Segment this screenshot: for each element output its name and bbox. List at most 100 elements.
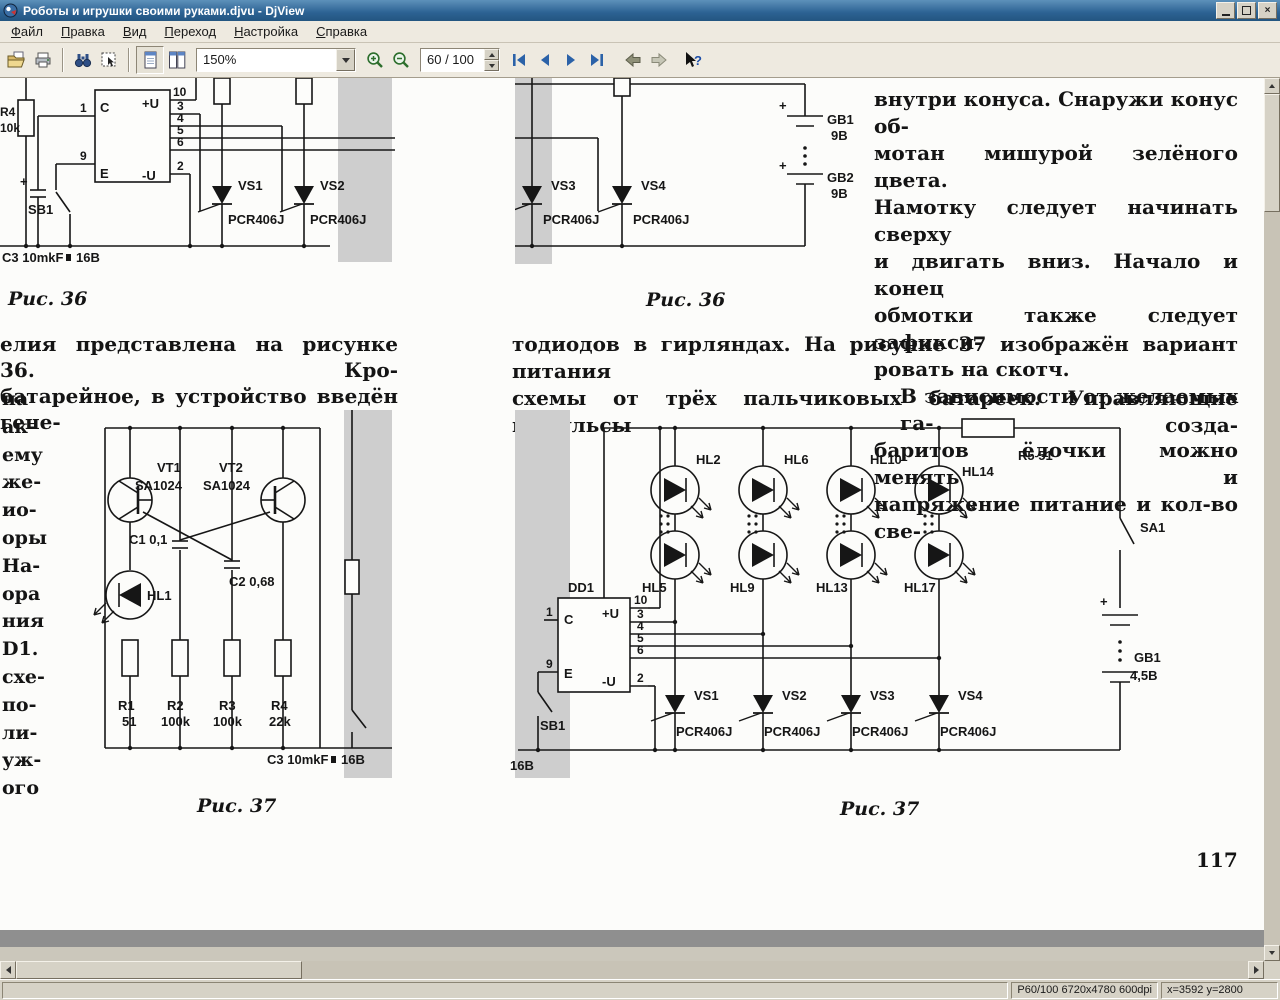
fig36R-labels: VS3 PCR406J VS4 PCR406J + GB1 9В + GB2 9… <box>543 98 854 227</box>
text-line: елия представлена на рисунке 36. Кро- <box>0 331 398 383</box>
circuit-label: R3 <box>219 698 236 713</box>
window-title: Роботы и игрушки своими руками.djvu - Dj… <box>23 4 1214 18</box>
circuit-label: 16В <box>341 752 365 767</box>
layout-facing-button[interactable] <box>164 47 190 73</box>
arrow-down-icon <box>1269 951 1275 955</box>
circuit-label: VS3 <box>551 178 576 193</box>
circuit-label: GB1 <box>1134 650 1161 665</box>
zoom-out-button[interactable] <box>388 47 414 73</box>
open-folder-icon <box>7 50 27 70</box>
document-viewport: R4 10k 1 9 C E +U -U 10 3 4 5 6 2 + SB1 <box>0 78 1264 961</box>
zoom-in-icon <box>365 50 385 70</box>
text-line: внутри конуса. Снаружи конус об- <box>874 86 1238 140</box>
menu-view[interactable]: Вид <box>114 21 156 42</box>
layout-single-button[interactable] <box>136 46 164 74</box>
fig36-left-caption: Рис. 36 <box>8 288 87 310</box>
scroll-left-button[interactable] <box>0 961 16 979</box>
back-button[interactable] <box>620 47 646 73</box>
print-icon <box>33 50 53 70</box>
minimize-button[interactable] <box>1216 2 1235 19</box>
margin-text-fragments: на ак- ему же- ио- оры На- ора ния D1. с… <box>2 386 42 803</box>
circuit-label: + <box>1100 594 1108 609</box>
scroll-right-button[interactable] <box>1248 961 1264 979</box>
vertical-scrollbar[interactable] <box>1264 78 1280 961</box>
circuit-label: 100k <box>213 714 243 729</box>
circuit-label: VS4 <box>641 178 666 193</box>
circuit-label: 9 <box>80 149 87 163</box>
select-button[interactable] <box>96 47 122 73</box>
circuit-label: C2 0,68 <box>229 574 275 589</box>
circuit-label: E <box>100 166 109 181</box>
context-help-button[interactable]: ? <box>680 47 706 73</box>
circuit-label: 10 <box>634 593 648 607</box>
text-fragment: ния <box>2 608 42 636</box>
menu-edit[interactable]: Правка <box>52 21 114 42</box>
circuit-label: 100k <box>161 714 191 729</box>
print-button[interactable] <box>30 47 56 73</box>
previous-page-button[interactable] <box>532 47 558 73</box>
menu-help[interactable]: Справка <box>307 21 376 42</box>
circuit-label: SA1024 <box>135 478 183 493</box>
page-value[interactable]: 60 / 100 <box>421 49 484 71</box>
menu-go[interactable]: Переход <box>155 21 225 42</box>
circuit-label: 9В <box>831 186 848 201</box>
zoom-combobox[interactable]: 150% <box>196 48 356 72</box>
find-button[interactable] <box>70 47 96 73</box>
circuit-label: 10 <box>173 85 187 99</box>
chevron-down-icon <box>489 64 495 68</box>
forward-button[interactable] <box>646 47 672 73</box>
menu-file[interactable]: Файл <box>2 21 52 42</box>
horizontal-scrollbar[interactable] <box>0 961 1264 979</box>
circuit-label: PCR406J <box>852 724 908 739</box>
previous-page-icon <box>535 50 555 70</box>
text-fragment: схе- <box>2 664 42 692</box>
arrow-left-icon <box>6 966 11 974</box>
circuit-label: HL9 <box>730 580 755 595</box>
zoom-dropdown-button[interactable] <box>336 49 355 71</box>
horizontal-scroll-thumb[interactable] <box>16 961 302 979</box>
circuit-label: VT2 <box>219 460 243 475</box>
open-button[interactable] <box>4 47 30 73</box>
last-page-button[interactable] <box>584 47 610 73</box>
circuit-label: HL1 <box>147 588 172 603</box>
text-fragment: ио- <box>2 497 42 525</box>
circuit-label: VS1 <box>238 178 263 193</box>
close-button[interactable]: × <box>1258 2 1277 19</box>
menu-settings[interactable]: Настройка <box>225 21 307 42</box>
maximize-button[interactable] <box>1237 2 1256 19</box>
next-page-button[interactable] <box>558 47 584 73</box>
status-coordinates-panel: x=3592 y=2800 <box>1161 982 1278 999</box>
circuit-label: 2 <box>177 159 184 173</box>
circuit-label: 10k <box>0 121 20 135</box>
zoom-value[interactable]: 150% <box>197 49 336 71</box>
toolbar-separator <box>128 48 130 72</box>
circuit-label: PCR406J <box>676 724 732 739</box>
page-number: 117 <box>1196 848 1238 872</box>
document-page: R4 10k 1 9 C E +U -U 10 3 4 5 6 2 + SB1 <box>0 78 1264 930</box>
page-down-button[interactable] <box>484 60 499 71</box>
circuit-label: VS2 <box>782 688 807 703</box>
circuit-label: E <box>564 666 573 681</box>
status-resolution-panel: P60/100 6720x4780 600dpi <box>1011 982 1158 999</box>
text-fragment: на <box>2 386 42 414</box>
fig36L-labels: R4 10k 1 9 C E +U -U 10 3 4 5 6 2 + SB1 <box>0 85 366 265</box>
circuit-label: C3 10mkF <box>2 250 63 265</box>
toolbar-separator <box>62 48 64 72</box>
zoom-in-button[interactable] <box>362 47 388 73</box>
scroll-up-button[interactable] <box>1264 78 1280 94</box>
vertical-scroll-thumb[interactable] <box>1264 94 1280 212</box>
circuit-label: PCR406J <box>543 212 599 227</box>
first-page-button[interactable] <box>506 47 532 73</box>
back-arrow-icon <box>623 50 643 70</box>
status-message-panel <box>2 982 1008 999</box>
minimize-icon <box>1222 14 1230 16</box>
circuit-label: 22k <box>269 714 291 729</box>
circuit-label: R2 <box>167 698 184 713</box>
circuit-label: +U <box>602 606 619 621</box>
page-up-button[interactable] <box>484 49 499 60</box>
fig37-right-caption: Рис. 37 <box>840 798 919 820</box>
scroll-down-button[interactable] <box>1264 945 1280 961</box>
circuit-label: 16В <box>510 758 534 773</box>
text-fragment: На- <box>2 553 42 581</box>
page-spinner[interactable]: 60 / 100 <box>420 48 500 72</box>
